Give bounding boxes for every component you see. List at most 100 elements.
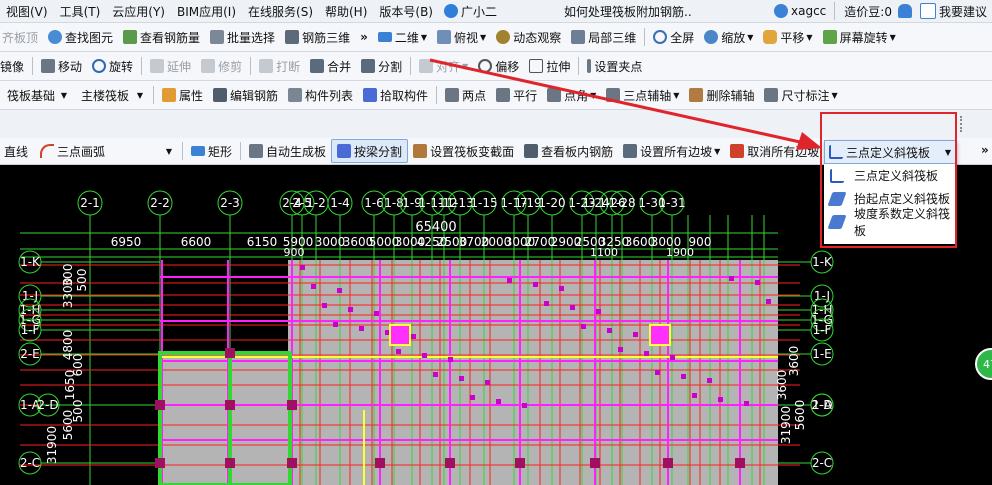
stretch-label: 拉伸 — [546, 59, 571, 74]
find-element-button[interactable]: 查找图元 — [43, 26, 118, 48]
menu-item-slope-coef-slab[interactable]: 坡度系数定义斜筏板 — [824, 207, 956, 238]
cancel-all-edges-button[interactable]: 取消所有边坡 — [725, 140, 824, 162]
set-section-label: 设置筏板变截面 — [430, 144, 515, 159]
split-by-beam-button[interactable]: 按梁分割 — [331, 139, 409, 163]
view-2d-label: 二维 — [394, 30, 419, 45]
trim-button[interactable]: 修剪 — [196, 55, 247, 77]
break-button[interactable]: 打断 — [254, 55, 305, 77]
axis-label: 1-6 — [364, 196, 384, 210]
extend-icon — [150, 59, 165, 73]
pick-component-button[interactable]: 拾取构件 — [358, 84, 433, 106]
more-chevron-icon[interactable]: » — [355, 26, 373, 48]
plan-view-select[interactable]: 俯视 ▼ — [432, 26, 491, 48]
rebar-3d-button[interactable]: 钢筋三维 — [280, 26, 355, 48]
rect-button[interactable]: 矩形 — [186, 140, 237, 162]
menu-bim[interactable]: BIM应用(I) — [171, 3, 242, 20]
component-list-button[interactable]: 构件列表 — [283, 84, 358, 106]
menu-online[interactable]: 在线服务(S) — [242, 3, 319, 20]
column-mark — [718, 397, 723, 402]
chevron-down-icon: ▼ — [889, 32, 896, 42]
column-mark — [348, 307, 353, 312]
mirror-button[interactable]: 镜像 — [0, 55, 29, 77]
parallel-button[interactable]: 平行 — [491, 84, 542, 106]
divider — [436, 86, 438, 104]
line-label: 直线 — [4, 144, 29, 159]
fullscreen-button[interactable]: 全屏 — [648, 26, 699, 48]
menu-view[interactable]: 视图(V) — [0, 3, 54, 20]
dimension-label: 3600 — [787, 346, 801, 377]
user-icon — [774, 4, 789, 18]
divider — [410, 57, 412, 75]
menu-bar: 视图(V) 工具(T) 云应用(Y) BIM应用(I) 在线服务(S) 帮助(H… — [0, 0, 992, 23]
edit-rebar-button[interactable]: 编辑钢筋 — [208, 84, 283, 106]
move-button[interactable]: 移动 — [36, 55, 87, 77]
pan-select[interactable]: 平移 ▼ — [758, 26, 817, 48]
view-rebar-label: 查看钢筋量 — [140, 30, 201, 45]
delete-axis-icon — [689, 88, 704, 102]
auto-gen-button[interactable]: 自动生成板 — [244, 140, 331, 162]
menu-help[interactable]: 帮助(H) — [319, 3, 373, 20]
axis-label: 1-28 — [608, 196, 635, 210]
slope-slab-select[interactable]: 三点定义斜筏板 ▼ — [824, 140, 956, 164]
menu-cloud[interactable]: 云应用(Y) — [106, 3, 171, 20]
point-angle-select[interactable]: 点角 ▼ — [542, 84, 601, 106]
view-2d-icon — [377, 32, 392, 42]
dimension-label: 3300 — [61, 278, 75, 309]
set-all-edges-select[interactable]: 设置所有边坡 ▼ — [618, 140, 725, 162]
extend-button[interactable]: 延伸 — [145, 55, 196, 77]
column-node — [155, 458, 165, 468]
two-points-button[interactable]: 两点 — [440, 84, 491, 106]
set-all-edges-label: 设置所有边坡 — [640, 144, 713, 159]
align-select[interactable]: 对齐 ▼ — [414, 55, 473, 77]
price-beans[interactable]: 造价豆:0 — [838, 3, 898, 20]
menu-item-three-point-slab[interactable]: 三点定义斜筏板 — [824, 164, 956, 187]
delete-axis-button[interactable]: 删除辅轴 — [684, 84, 759, 106]
offset-button[interactable]: 偏移 — [473, 55, 524, 77]
split-button[interactable]: 分割 — [356, 55, 407, 77]
screen-rotate-select[interactable]: 屏幕旋转 ▼ — [818, 26, 901, 48]
toolbar-grip-icon[interactable] — [960, 116, 965, 132]
column-mark — [470, 395, 475, 400]
more-chevron-icon[interactable]: » — [976, 139, 992, 161]
dynamic-view-button[interactable]: 动态观察 — [491, 26, 566, 48]
layer-select[interactable]: 筏板基础 ▼ — [3, 86, 71, 104]
view-2d-select[interactable]: 二维 ▼ — [373, 26, 432, 48]
assistant-button[interactable]: 广小二 — [439, 0, 502, 22]
column-mark — [570, 305, 575, 310]
menu-version[interactable]: 版本号(B) — [373, 3, 439, 20]
toolbar-edit: 镜像 移动 旋转 延伸 修剪 打断 合并 分割 对齐 ▼ 偏移 拉伸 设置夹点 — [0, 52, 992, 81]
batch-select-button[interactable]: 批量选择 — [205, 26, 280, 48]
notice-link[interactable]: 如何处理筏板附加钢筋.. — [558, 3, 698, 20]
chevron-down-icon: ▼ — [673, 90, 680, 100]
arc-select[interactable]: 三点画弧 ▼ — [36, 142, 176, 160]
user-button[interactable]: xagcc — [769, 0, 831, 22]
local-3d-button[interactable]: 局部三维 — [566, 26, 641, 48]
column-mark — [533, 282, 538, 287]
menu-tools[interactable]: 工具(T) — [54, 3, 107, 20]
merge-button[interactable]: 合并 — [305, 55, 356, 77]
cursor-icon — [363, 88, 378, 102]
set-section-button[interactable]: 设置筏板变截面 — [408, 140, 519, 162]
column-mark — [322, 303, 327, 308]
column-mark — [359, 326, 364, 331]
floor-select[interactable]: 主楼筏板 ▼ — [77, 86, 147, 104]
bell-icon[interactable] — [897, 4, 912, 18]
view-rebar-button[interactable]: 查看钢筋量 — [118, 26, 205, 48]
rotate-button[interactable]: 旋转 — [87, 55, 138, 77]
flush-top-button[interactable]: 齐板顶 — [0, 26, 43, 48]
column-mark — [422, 353, 427, 358]
view-inner-rebar-button[interactable]: 查看板内钢筋 — [519, 140, 618, 162]
column-mark — [755, 280, 760, 285]
column-mark — [692, 393, 697, 398]
properties-button[interactable]: 属性 — [157, 84, 208, 106]
set-grip-button[interactable]: 设置夹点 — [582, 55, 647, 77]
trim-icon — [201, 59, 216, 73]
dimension-select[interactable]: 尺寸标注 ▼ — [759, 84, 842, 106]
three-point-axis-select[interactable]: 三点辅轴 ▼ — [601, 84, 684, 106]
total-dimension: 65400 — [415, 220, 456, 235]
stretch-button[interactable]: 拉伸 — [524, 55, 575, 77]
zoom-select[interactable]: 缩放 ▼ — [699, 26, 758, 48]
move-icon — [41, 59, 56, 73]
line-button[interactable]: 直线 — [0, 140, 33, 162]
feedback-button[interactable]: 我要建议 — [915, 0, 992, 22]
